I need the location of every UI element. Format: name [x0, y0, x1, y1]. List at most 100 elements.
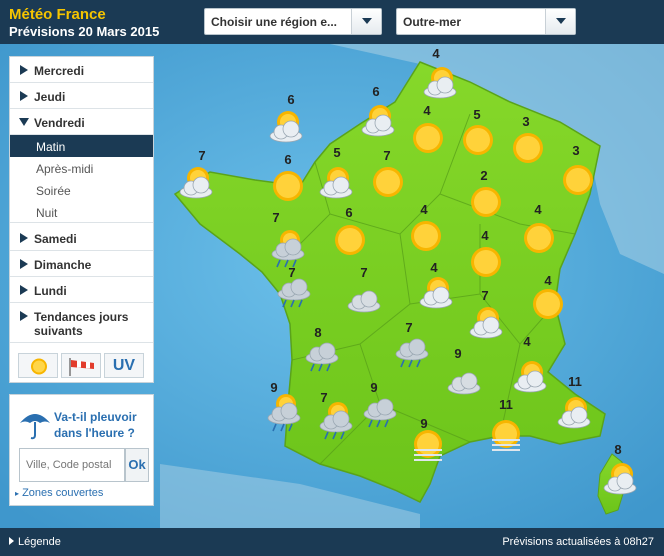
region-select-value: Choisir une région e... [211, 15, 338, 29]
cloud-icon [440, 358, 488, 406]
outremer-select-value: Outre-mer [403, 15, 462, 29]
nav-day-mercredi[interactable]: Mercredi [10, 57, 153, 83]
temperature-label: 7 [360, 265, 368, 280]
rain-widget: Va-t-il pleuvoir dans l'heure ? Ok ▸ Zon… [9, 394, 154, 506]
sun-icon [31, 358, 47, 375]
temperature-label: 4 [544, 273, 552, 288]
period-apres-midi[interactable]: Après-midi [10, 157, 153, 179]
temperature-label: 7 [320, 390, 328, 405]
region-select[interactable]: Choisir une région e... [204, 8, 382, 35]
nav-day-label: Mercredi [34, 64, 85, 78]
nav-day-label: Samedi [34, 232, 77, 246]
sun-icon [404, 114, 452, 162]
sun-cloud-icon [172, 160, 220, 208]
temperature-label: 4 [423, 103, 431, 118]
sun-icon [504, 124, 552, 172]
city-search-input[interactable] [19, 448, 125, 482]
map-layer-tabs: UV [18, 353, 145, 378]
temperature-label: 3 [522, 114, 530, 129]
outremer-select-button[interactable] [545, 9, 575, 34]
temperature-label: 2 [480, 168, 488, 183]
period-soiree[interactable]: Soirée [10, 179, 153, 201]
triangle-right-icon [20, 285, 28, 295]
temperature-label: 11 [568, 374, 582, 389]
legend-label: Légende [18, 536, 61, 548]
sun-cloud-icon [416, 60, 464, 108]
sun-cloud-icon [506, 354, 554, 402]
nav-day-label: Lundi [34, 284, 67, 298]
tab-weather[interactable] [18, 353, 58, 378]
region-select-button[interactable] [351, 9, 381, 34]
nav-day-vendredi[interactable]: Vendredi [10, 109, 153, 135]
sun-cloud-icon [550, 390, 598, 438]
temperature-label: 7 [383, 148, 391, 163]
temperature-label: 6 [372, 84, 380, 99]
nav-day-label: Jeudi [34, 90, 66, 104]
temperature-label: 7 [288, 265, 296, 280]
outremer-select[interactable]: Outre-mer [396, 8, 576, 35]
sun-cloud-icon [262, 104, 310, 152]
nav-day-dimanche[interactable]: Dimanche [10, 251, 153, 277]
temperature-label: 4 [432, 46, 440, 61]
temperature-label: 9 [370, 380, 378, 395]
sun-icon [454, 116, 502, 164]
sun-cloud-icon [596, 456, 644, 504]
triangle-right-icon [20, 91, 28, 101]
triangle-right-icon [20, 259, 28, 269]
sun-icon [554, 156, 602, 204]
nav-day-samedi[interactable]: Samedi [10, 225, 153, 251]
windsock-icon [69, 358, 94, 376]
sun-icon [326, 216, 374, 264]
brand-title: Météo France [9, 6, 106, 23]
temperature-label: 7 [481, 288, 489, 303]
temperature-label: 4 [430, 260, 438, 275]
temperature-label: 7 [405, 320, 413, 335]
cloud-rain-icon [356, 388, 404, 436]
period-label: Soirée [36, 184, 71, 198]
period-matin[interactable]: Matin [10, 135, 153, 157]
nav-day-label: Vendredi [34, 116, 85, 130]
sun-cloud-rain-icon [260, 388, 308, 436]
nav-day-lundi[interactable]: Lundi [10, 277, 153, 303]
temperature-label: 9 [454, 346, 462, 361]
sun-icon [402, 212, 450, 260]
nav-day-jeudi[interactable]: Jeudi [10, 83, 153, 109]
triangle-right-icon [20, 233, 28, 243]
tab-uv[interactable]: UV [104, 353, 144, 378]
umbrella-icon [20, 414, 50, 440]
temperature-label: 4 [523, 334, 531, 349]
zones-link[interactable]: ▸ Zones couvertes [15, 487, 103, 499]
sun-cloud-icon [354, 98, 402, 146]
temperature-label: 8 [614, 442, 622, 457]
cloud-icon [340, 276, 388, 324]
rain-question: Va-t-il pleuvoir dans l'heure ? [54, 410, 137, 440]
triangle-right-icon [20, 65, 28, 75]
nav-tendances[interactable]: Tendances jours suivants [10, 303, 153, 343]
temperature-label: 5 [333, 145, 341, 160]
triangle-right-icon: ▸ [15, 489, 20, 498]
sun-icon [264, 162, 312, 210]
temperature-label: 6 [284, 152, 292, 167]
nav-day-label: Tendances jours suivants [34, 310, 129, 338]
period-label: Après-midi [36, 162, 94, 176]
temperature-label: 3 [572, 143, 580, 158]
ok-button[interactable]: Ok [125, 448, 149, 482]
temperature-label: 4 [481, 228, 489, 243]
nav-day-label: Dimanche [34, 258, 92, 272]
temperature-label: 4 [420, 202, 428, 217]
chevron-down-icon [556, 18, 566, 24]
temperature-label: 8 [314, 325, 322, 340]
tab-wind[interactable] [61, 353, 101, 378]
sun-cloud-icon [312, 160, 360, 208]
temperature-label: 6 [345, 205, 353, 220]
period-nuit[interactable]: Nuit [10, 201, 153, 223]
sun-cloud-icon [462, 300, 510, 348]
temperature-label: 9 [270, 380, 278, 395]
sun-cloud-icon [412, 270, 460, 318]
temperature-label: 11 [499, 397, 513, 412]
sun-fog-icon [482, 414, 530, 462]
temperature-label: 9 [420, 416, 428, 431]
triangle-right-icon [9, 537, 14, 545]
legend-link[interactable]: Légende [9, 536, 61, 548]
triangle-down-icon [19, 118, 29, 126]
